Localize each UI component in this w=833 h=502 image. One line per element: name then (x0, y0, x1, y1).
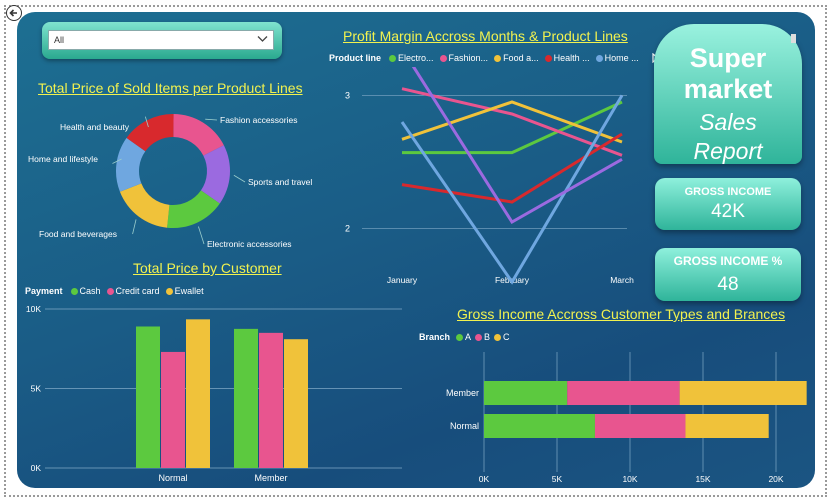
donut-label: Sports and travel (248, 177, 312, 187)
series-line (401, 100, 623, 144)
x-tick-label: Member (254, 473, 287, 483)
legend-item-electro[interactable]: Electro... (389, 53, 434, 63)
legend-item-home[interactable]: Home ... (595, 53, 639, 63)
brand-line-1: Super (689, 43, 767, 73)
legend-item-food[interactable]: Food a... (494, 53, 539, 63)
y-tick-label: 0K (31, 463, 42, 473)
legend-title: Product line (329, 53, 382, 63)
x-tick-label: 15K (695, 474, 710, 484)
legend-item-branch-b[interactable]: B (475, 332, 490, 342)
bar-segment (484, 381, 568, 405)
brand-line-3: Sales (699, 109, 757, 135)
x-tick-label: 0K (479, 474, 490, 484)
y-tick-label: 2 (345, 224, 350, 234)
hbar-chart-title: Gross Income Accross Customer Types and … (457, 306, 786, 322)
donut-label: Electronic accessories (207, 239, 292, 247)
bar-segment (679, 381, 807, 405)
donut-slice (119, 183, 170, 228)
gross-income-percent-value: 48 (717, 274, 739, 295)
chevron-down-icon (257, 36, 268, 42)
donut-leader (205, 118, 218, 121)
report-brand-card: Super market Sales Report (654, 24, 802, 164)
gross-income-percent-label: GROSS INCOME % (673, 254, 783, 268)
donut-label: Fashion accessories (220, 115, 297, 125)
legend-item-credit-card[interactable]: Credit card (106, 286, 160, 296)
bar (186, 319, 210, 468)
bar (136, 326, 160, 468)
bar-segment (567, 381, 680, 405)
slicer-dropdown[interactable]: All (48, 30, 274, 50)
bar-chart-title: Total Price by Customer (133, 260, 282, 276)
bar (284, 339, 308, 468)
x-tick-label: March (610, 275, 634, 285)
brand-line-4: Report (693, 138, 763, 164)
line-chart: 23January February March (345, 67, 634, 285)
bar-segment (594, 414, 686, 438)
donut-leader (198, 226, 205, 245)
hbar-chart: 0K 5K 10K 15K 20K Member Normal (446, 352, 807, 484)
gross-income-label: GROSS INCOME (684, 186, 772, 198)
slicer-value: All (54, 35, 65, 45)
x-tick-label: 5K (552, 474, 563, 484)
gross-income-value: 42K (711, 201, 745, 222)
donut-label: Food and beverages (39, 229, 117, 239)
bar-chart: 0K 5K 10K Normal Member (26, 304, 402, 483)
legend-title: Payment (25, 286, 63, 296)
y-tick-label: 10K (26, 304, 41, 314)
legend-item-fashion[interactable]: Fashion... (439, 53, 488, 63)
legend-item-health[interactable]: Health ... (544, 53, 590, 63)
gross-income-card: GROSS INCOME 42K (655, 178, 801, 230)
report-canvas: All Total Price of Sold Items per Produc… (17, 12, 815, 488)
bar-segment (685, 414, 769, 438)
bar (259, 332, 283, 468)
x-tick-label: 20K (768, 474, 783, 484)
filter-slicer: All (42, 22, 282, 59)
x-tick-label: January (387, 275, 418, 285)
legend-title: Branch (419, 332, 451, 342)
brand-line-2: market (683, 74, 773, 104)
donut-chart: Fashion accessories Sports and travel Elec… (28, 114, 312, 247)
x-tick-label: Normal (158, 473, 187, 483)
y-tick-label: 3 (345, 90, 350, 100)
donut-chart-title: Total Price of Sold Items per Product Li… (38, 80, 303, 96)
donut-leader (233, 174, 246, 183)
donut-label: Health and beauty (60, 122, 130, 132)
bar (234, 328, 258, 468)
bar (161, 351, 185, 468)
donut-leader (132, 219, 137, 235)
gross-income-percent-card: GROSS INCOME % 48 (655, 248, 801, 301)
y-tick-label: Member (446, 388, 479, 398)
y-tick-label: Normal (450, 421, 479, 431)
line-chart-legend: Product line Electro... Fashion... Food … (329, 53, 660, 63)
legend-item-ewallet[interactable]: Ewallet (165, 286, 204, 296)
bar-chart-legend: Payment Cash Credit card Ewallet (25, 286, 204, 296)
hbar-chart-legend: Branch A B C (419, 332, 510, 342)
legend-item-branch-a[interactable]: A (456, 332, 471, 342)
bar-segment (484, 414, 595, 438)
line-chart-title: Profit Margin Accross Months & Product L… (343, 28, 628, 44)
donut-label: Home and lifestyle (28, 154, 98, 164)
legend-item-branch-c[interactable]: C (494, 332, 510, 342)
scroll-handle[interactable] (791, 34, 796, 43)
legend-item-cash[interactable]: Cash (70, 286, 101, 296)
y-tick-label: 5K (31, 384, 42, 394)
x-tick-label: 10K (622, 474, 637, 484)
